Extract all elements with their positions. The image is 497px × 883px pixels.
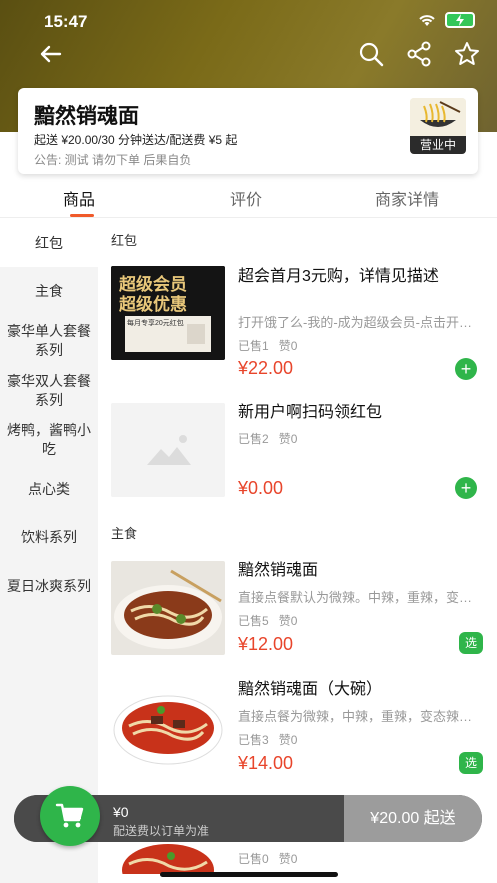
promo-poster-line2: 超级优惠 xyxy=(119,295,187,314)
wifi-icon xyxy=(419,15,435,26)
status-time: 15:47 xyxy=(44,12,88,31)
search-icon[interactable] xyxy=(357,40,385,68)
product-desc: 直接点餐为微辣，中辣，重辣，变态辣请备注 xyxy=(238,709,483,724)
sidebar-item-hongbao[interactable]: 红包 xyxy=(0,219,98,267)
image-placeholder-icon xyxy=(111,403,225,497)
cart-icon xyxy=(55,803,84,828)
product-price: ¥12.00 xyxy=(238,634,294,654)
cart-fee-note: 配送费以订单为准 xyxy=(113,824,210,838)
product-image-placeholder[interactable] xyxy=(111,403,225,497)
product-stats: 已售5 赞0 xyxy=(238,612,297,629)
sidebar-item-duck-snacks[interactable]: 烤鸭，酱鸭小吃 xyxy=(0,415,98,465)
product-likes: 赞0 xyxy=(278,852,298,866)
product-sold-count: 已售5 xyxy=(238,614,269,628)
sidebar-item-single-set[interactable]: 豪华单人套餐系列 xyxy=(0,315,98,367)
product-desc: 打开饿了么-我的-成为超级会员-点击开通会员 xyxy=(238,315,483,330)
cart-button[interactable] xyxy=(40,786,100,846)
store-notice[interactable]: 公告: 测试 请勿下单 后果自负 xyxy=(34,151,191,168)
noodle-bowl-image xyxy=(111,561,225,655)
product-name[interactable]: 黯然销魂面（大碗） xyxy=(238,679,483,701)
arrow-left-icon[interactable] xyxy=(36,40,64,68)
product-name[interactable]: 新用户啊扫码领红包 xyxy=(238,402,483,424)
checkout-button[interactable]: ¥20.00 起送 xyxy=(344,795,482,842)
store-logo: 营业中 xyxy=(410,98,466,154)
nav-bar xyxy=(0,36,497,72)
product-stats: 已售0 赞0 xyxy=(238,850,297,867)
tab-products[interactable]: 商品 xyxy=(63,186,95,210)
home-indicator xyxy=(160,872,338,877)
noodle-bowl-large-image xyxy=(111,680,225,774)
category-sidebar: 红包 主食 豪华单人套餐系列 豪华双人套餐系列 烤鸭，酱鸭小吃 点心类 饮料系列… xyxy=(0,219,98,883)
product-image[interactable] xyxy=(111,680,225,774)
product-price: ¥0.00 xyxy=(238,478,284,498)
product-desc: 直接点餐默认为微辣。中辣，重辣，变态辣请备注 xyxy=(238,590,483,605)
star-icon[interactable] xyxy=(453,40,481,68)
sidebar-item-drinks[interactable]: 饮料系列 xyxy=(0,513,98,561)
open-status-badge: 营业中 xyxy=(410,136,466,154)
cart-amount: ¥0 xyxy=(113,804,129,820)
product-stats: 已售2 赞0 xyxy=(238,430,297,447)
add-to-cart-button[interactable]: + xyxy=(455,477,477,499)
sidebar-item-double-set[interactable]: 豪华双人套餐系列 xyxy=(0,367,98,415)
product-price: ¥14.00 xyxy=(238,753,294,773)
product-image[interactable]: 超级会员 超级优惠 每月专享20元红包 xyxy=(111,266,225,360)
store-delivery-info: 起送 ¥20.00/30 分钟送达/配送费 ¥5 起 xyxy=(34,133,238,147)
noodle-logo-icon xyxy=(410,98,466,138)
product-likes: 赞0 xyxy=(278,339,298,353)
product-likes: 赞0 xyxy=(278,733,298,747)
section-title-hongbao: 红包 xyxy=(111,233,138,248)
product-image[interactable] xyxy=(111,561,225,655)
status-icons xyxy=(417,12,475,28)
add-to-cart-button[interactable]: + xyxy=(455,358,477,380)
active-tab-indicator xyxy=(70,214,94,217)
product-price: ¥22.00 xyxy=(238,358,294,378)
select-spec-button[interactable]: 选 xyxy=(459,752,483,774)
product-likes: 赞0 xyxy=(278,614,298,628)
product-image[interactable] xyxy=(111,840,225,874)
product-stats: 已售1 赞0 xyxy=(238,337,297,354)
section-title-staple: 主食 xyxy=(111,526,138,541)
product-sold-count: 已售0 xyxy=(238,852,269,866)
product-likes: 赞0 xyxy=(278,432,298,446)
product-stats: 已售3 赞0 xyxy=(238,731,297,748)
product-name[interactable]: 黯然销魂面 xyxy=(238,560,483,582)
select-spec-button[interactable]: 选 xyxy=(459,632,483,654)
tab-store-details[interactable]: 商家详情 xyxy=(375,186,439,210)
noodle-bowl-partial-image xyxy=(111,840,225,874)
product-sold-count: 已售1 xyxy=(238,339,269,353)
product-sold-count: 已售2 xyxy=(238,432,269,446)
product-sold-count: 已售3 xyxy=(238,733,269,747)
store-name: 黯然销魂面 xyxy=(34,105,139,128)
product-name[interactable]: 超会首月3元购，详情见描述 xyxy=(238,266,483,288)
store-info-card: 黯然销魂面 起送 ¥20.00/30 分钟送达/配送费 ¥5 起 公告: 测试 … xyxy=(18,88,478,174)
tab-reviews[interactable]: 评价 xyxy=(230,186,262,210)
sidebar-item-staple[interactable]: 主食 xyxy=(0,267,98,315)
sidebar-item-dim-sum[interactable]: 点心类 xyxy=(0,465,98,513)
promo-poster-line3: 每月专享20元红包 xyxy=(127,320,184,327)
share-icon[interactable] xyxy=(405,40,433,68)
sidebar-item-summer-ice[interactable]: 夏日冰爽系列 xyxy=(0,561,98,611)
store-tabs: 商品 评价 商家详情 xyxy=(0,178,497,218)
battery-icon xyxy=(445,12,475,28)
